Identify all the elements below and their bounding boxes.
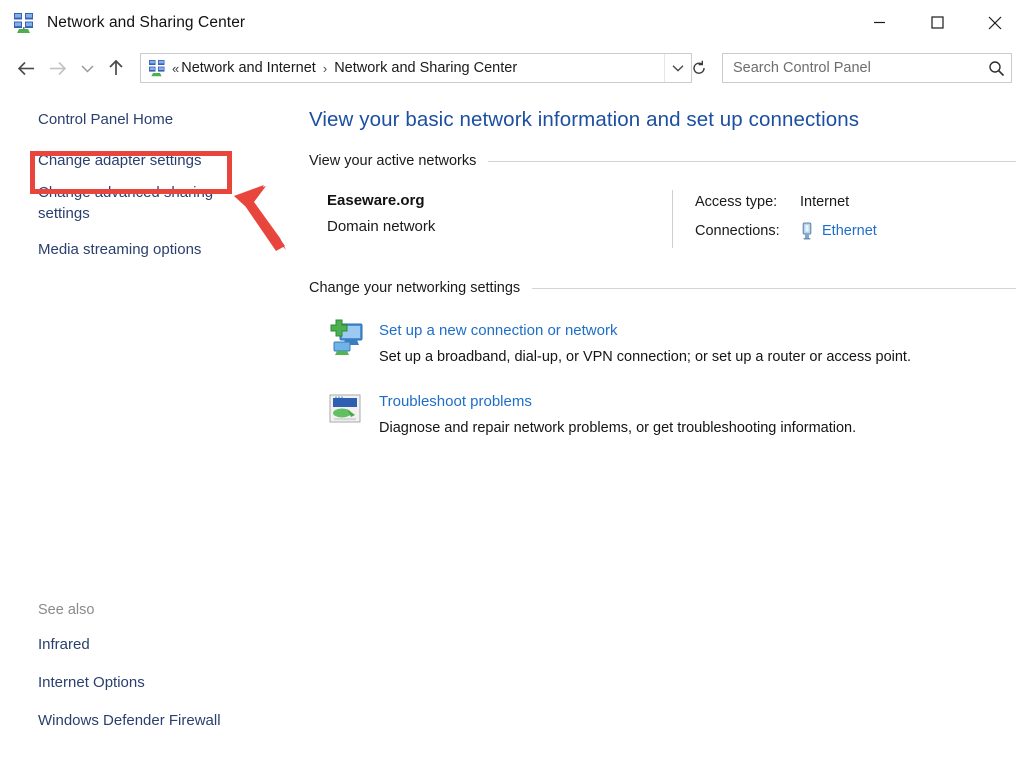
see-also-item-windows-defender-firewall[interactable]: Windows Defender Firewall [0, 710, 298, 731]
network-type: Domain network [327, 218, 436, 235]
see-also-item-infrared[interactable]: Infrared [0, 634, 253, 655]
breadcrumb-overflow[interactable]: « [172, 61, 179, 76]
access-type-row: Access type: Internet [695, 190, 1024, 214]
network-icon [13, 12, 35, 34]
breadcrumb-item-network-and-internet[interactable]: Network and Internet [181, 60, 316, 76]
content-area: Control Panel Home Change adapter settin… [0, 90, 1024, 769]
vertical-divider [672, 190, 673, 248]
breadcrumb: « Network and Internet › Network and Sha… [172, 60, 664, 76]
network-name[interactable]: Easeware.org [327, 190, 672, 212]
maximize-button[interactable] [908, 0, 966, 45]
main-panel: View your basic network information and … [299, 90, 1024, 769]
networking-settings-heading: Change your networking settings [309, 280, 1016, 296]
active-networks-heading: View your active networks [309, 153, 1016, 169]
search-control-panel-box[interactable] [722, 53, 1012, 83]
sidebar-item-control-panel-home[interactable]: Control Panel Home [0, 109, 253, 130]
see-also-item-internet-options[interactable]: Internet Options [0, 672, 253, 693]
window-title: Network and Sharing Center [47, 13, 246, 31]
network-icon-small [148, 59, 166, 77]
navigation-bar: « Network and Internet › Network and Sha… [0, 46, 1024, 90]
see-also-section: See also Infrared Internet Options Windo… [0, 602, 299, 748]
see-also-heading: See also [38, 602, 95, 618]
section-divider-2 [532, 287, 1016, 289]
troubleshoot-icon [325, 389, 365, 429]
address-bar[interactable]: « Network and Internet › Network and Sha… [140, 53, 692, 83]
title-bar: Network and Sharing Center [0, 0, 1024, 46]
up-one-level-button[interactable] [100, 52, 132, 84]
task-troubleshoot-problems: Troubleshoot problems Diagnose and repai… [325, 389, 1024, 440]
task-description: Set up a broadband, dial-up, or VPN conn… [379, 349, 911, 365]
refresh-icon[interactable] [686, 54, 712, 82]
sidebar-item-change-advanced-sharing-settings[interactable]: Change advanced sharing settings [0, 182, 253, 224]
search-input[interactable] [723, 60, 981, 76]
sidebar: Control Panel Home Change adapter settin… [0, 90, 299, 769]
sidebar-item-change-adapter-settings[interactable]: Change adapter settings [0, 150, 253, 171]
breadcrumb-item-network-and-sharing-center[interactable]: Network and Sharing Center [334, 60, 517, 76]
link-troubleshoot-problems[interactable]: Troubleshoot problems [379, 391, 532, 413]
page-title: View your basic network information and … [309, 108, 860, 131]
active-network-details: Access type: Internet Connections: Ether… [695, 190, 1024, 248]
close-button[interactable] [966, 0, 1024, 45]
access-type-label: Access type: [695, 194, 778, 210]
window-controls [850, 0, 1024, 45]
connections-label: Connections: [695, 223, 780, 239]
active-networks-heading-text: View your active networks [309, 153, 477, 169]
breadcrumb-separator[interactable]: › [323, 61, 327, 76]
ethernet-link[interactable]: Ethernet [822, 219, 877, 243]
search-icon[interactable] [981, 60, 1011, 77]
task-text-block-2: Troubleshoot problems Diagnose and repai… [379, 389, 856, 440]
ethernet-icon [800, 222, 814, 240]
new-connection-icon [325, 318, 365, 358]
forward-button[interactable] [42, 52, 74, 84]
task-description-2: Diagnose and repair network problems, or… [379, 420, 857, 436]
networking-settings-heading-text: Change your networking settings [309, 280, 521, 296]
minimize-button[interactable] [850, 0, 908, 45]
sidebar-item-media-streaming-options[interactable]: Media streaming options [0, 239, 253, 260]
active-network-identity: Easeware.org Domain network [327, 190, 672, 248]
back-button[interactable] [10, 52, 42, 84]
recent-locations-button[interactable] [74, 52, 100, 84]
access-type-value: Internet [800, 194, 850, 210]
task-text-block: Set up a new connection or network Set u… [379, 318, 911, 369]
link-set-up-a-new-connection-or-network[interactable]: Set up a new connection or network [379, 320, 617, 342]
title-bar-left: Network and Sharing Center [0, 12, 245, 34]
active-network-panel: Easeware.org Domain network Access type:… [299, 190, 1024, 248]
task-set-up-new-connection: Set up a new connection or network Set u… [325, 318, 1024, 369]
connections-row: Connections: Ethernet [695, 219, 1024, 243]
section-divider [488, 160, 1016, 162]
